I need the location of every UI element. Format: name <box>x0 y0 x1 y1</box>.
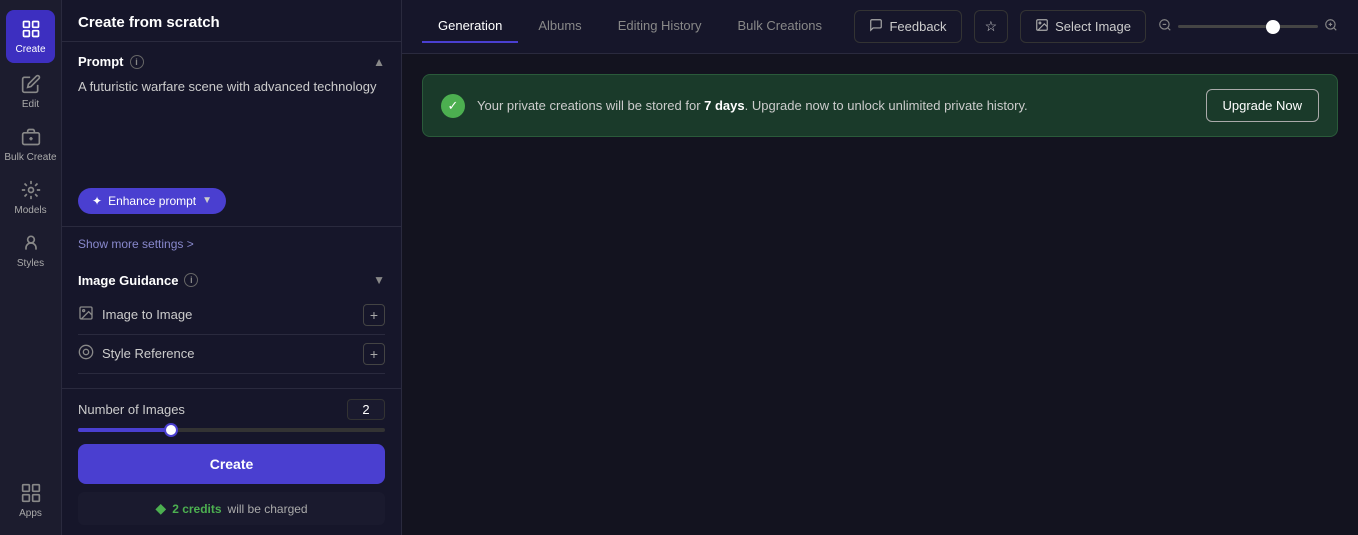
enhance-chevron-icon: ▼ <box>202 195 212 206</box>
bottom-panel: Number of Images Create ◆ 2 credits will… <box>62 388 401 535</box>
main-header: Generation Albums Editing History Bulk C… <box>402 0 1358 54</box>
notice-banner: ✓ Your private creations will be stored … <box>422 74 1338 137</box>
panel-content: Prompt i ▲ ✦ Enhance prompt ▼ Show more … <box>62 42 401 388</box>
sidebar-item-styles[interactable]: Styles <box>0 224 61 277</box>
apps-icon <box>20 482 42 504</box>
sidebar-item-models[interactable]: Models <box>0 171 61 224</box>
prompt-section: Prompt i ▲ ✦ Enhance prompt ▼ <box>62 42 401 227</box>
image-to-image-row[interactable]: Image to Image + <box>78 296 385 335</box>
tab-generation[interactable]: Generation <box>422 10 518 43</box>
header-right: Feedback ☆ Select Image <box>854 10 1338 43</box>
feedback-icon <box>869 18 883 35</box>
prompt-textarea[interactable] <box>78 77 385 175</box>
main-area: Generation Albums Editing History Bulk C… <box>402 0 1358 535</box>
tabs: Generation Albums Editing History Bulk C… <box>422 10 838 43</box>
num-images-label: Number of Images <box>78 402 185 417</box>
notice-text: Your private creations will be stored fo… <box>477 96 1194 116</box>
create-icon <box>20 18 42 40</box>
left-panel: Create from scratch Prompt i ▲ ✦ Enhance… <box>62 0 402 535</box>
bulk-create-icon <box>20 126 42 148</box>
sidebar-item-label-styles: Styles <box>17 258 44 269</box>
zoom-out-icon[interactable] <box>1158 18 1172 35</box>
num-images-slider-track <box>78 428 385 432</box>
image-guidance-header: Image Guidance i ▼ <box>78 273 385 288</box>
sidebar-item-edit[interactable]: Edit <box>0 65 61 118</box>
sidebar-item-label-create: Create <box>15 44 45 55</box>
image-guidance-section: Image Guidance i ▼ Image to Image <box>62 261 401 386</box>
zoom-controls <box>1158 18 1338 35</box>
tab-editing-history[interactable]: Editing History <box>602 10 718 43</box>
main-content: ✓ Your private creations will be stored … <box>402 54 1358 535</box>
sidebar-item-label-edit: Edit <box>22 99 39 110</box>
wand-icon: ✦ <box>92 194 102 208</box>
panel-title: Create from scratch <box>62 0 401 42</box>
prompt-info-icon[interactable]: i <box>130 55 144 69</box>
tab-albums[interactable]: Albums <box>522 10 597 43</box>
num-images-slider-thumb[interactable] <box>164 423 178 437</box>
select-image-icon <box>1035 18 1049 35</box>
image-to-image-label: Image to Image <box>102 307 192 322</box>
sidebar-item-label-apps: Apps <box>19 508 42 519</box>
guidance-info-icon[interactable]: i <box>184 273 198 287</box>
zoom-in-icon[interactable] <box>1324 18 1338 35</box>
prompt-section-header: Prompt i ▲ <box>78 54 385 69</box>
style-reference-icon <box>78 344 94 363</box>
tab-bulk-creations[interactable]: Bulk Creations <box>722 10 839 43</box>
zoom-slider[interactable] <box>1178 25 1318 28</box>
credits-amount: 2 credits <box>172 502 221 516</box>
sidebar-item-label-models: Models <box>14 205 46 216</box>
credits-suffix: will be charged <box>228 502 308 516</box>
star-button[interactable]: ☆ <box>974 10 1009 43</box>
style-reference-add-button[interactable]: + <box>363 343 385 365</box>
create-button[interactable]: Create <box>78 444 385 484</box>
feedback-button[interactable]: Feedback <box>854 10 961 43</box>
image-to-image-icon <box>78 305 94 324</box>
num-images-input[interactable] <box>347 399 385 420</box>
notice-check-icon: ✓ <box>441 94 465 118</box>
sidebar: Create Edit Bulk Create <box>0 0 62 535</box>
num-images-slider-fill <box>78 428 170 432</box>
sidebar-item-create[interactable]: Create <box>6 10 55 63</box>
style-reference-label: Style Reference <box>102 346 195 361</box>
style-reference-row[interactable]: Style Reference + <box>78 335 385 374</box>
models-icon <box>20 179 42 201</box>
image-to-image-add-button[interactable]: + <box>363 304 385 326</box>
prompt-title: Prompt i <box>78 54 144 69</box>
credits-row: ◆ 2 credits will be charged <box>78 492 385 525</box>
select-image-button[interactable]: Select Image <box>1020 10 1146 43</box>
num-images-row: Number of Images <box>78 399 385 420</box>
gem-icon: ◆ <box>155 500 166 517</box>
show-more-settings[interactable]: Show more settings > <box>62 227 401 261</box>
guidance-chevron-icon[interactable]: ▼ <box>373 273 385 287</box>
upgrade-now-button[interactable]: Upgrade Now <box>1206 89 1320 122</box>
image-guidance-title: Image Guidance i <box>78 273 198 288</box>
enhance-prompt-button[interactable]: ✦ Enhance prompt ▼ <box>78 188 226 214</box>
prompt-chevron-icon[interactable]: ▲ <box>373 55 385 69</box>
sidebar-item-apps[interactable]: Apps <box>0 474 61 527</box>
edit-icon <box>20 73 42 95</box>
sidebar-item-label-bulk: Bulk Create <box>4 152 56 163</box>
styles-icon <box>20 232 42 254</box>
sidebar-item-bulk-create[interactable]: Bulk Create <box>0 118 61 171</box>
star-icon: ☆ <box>985 18 998 34</box>
